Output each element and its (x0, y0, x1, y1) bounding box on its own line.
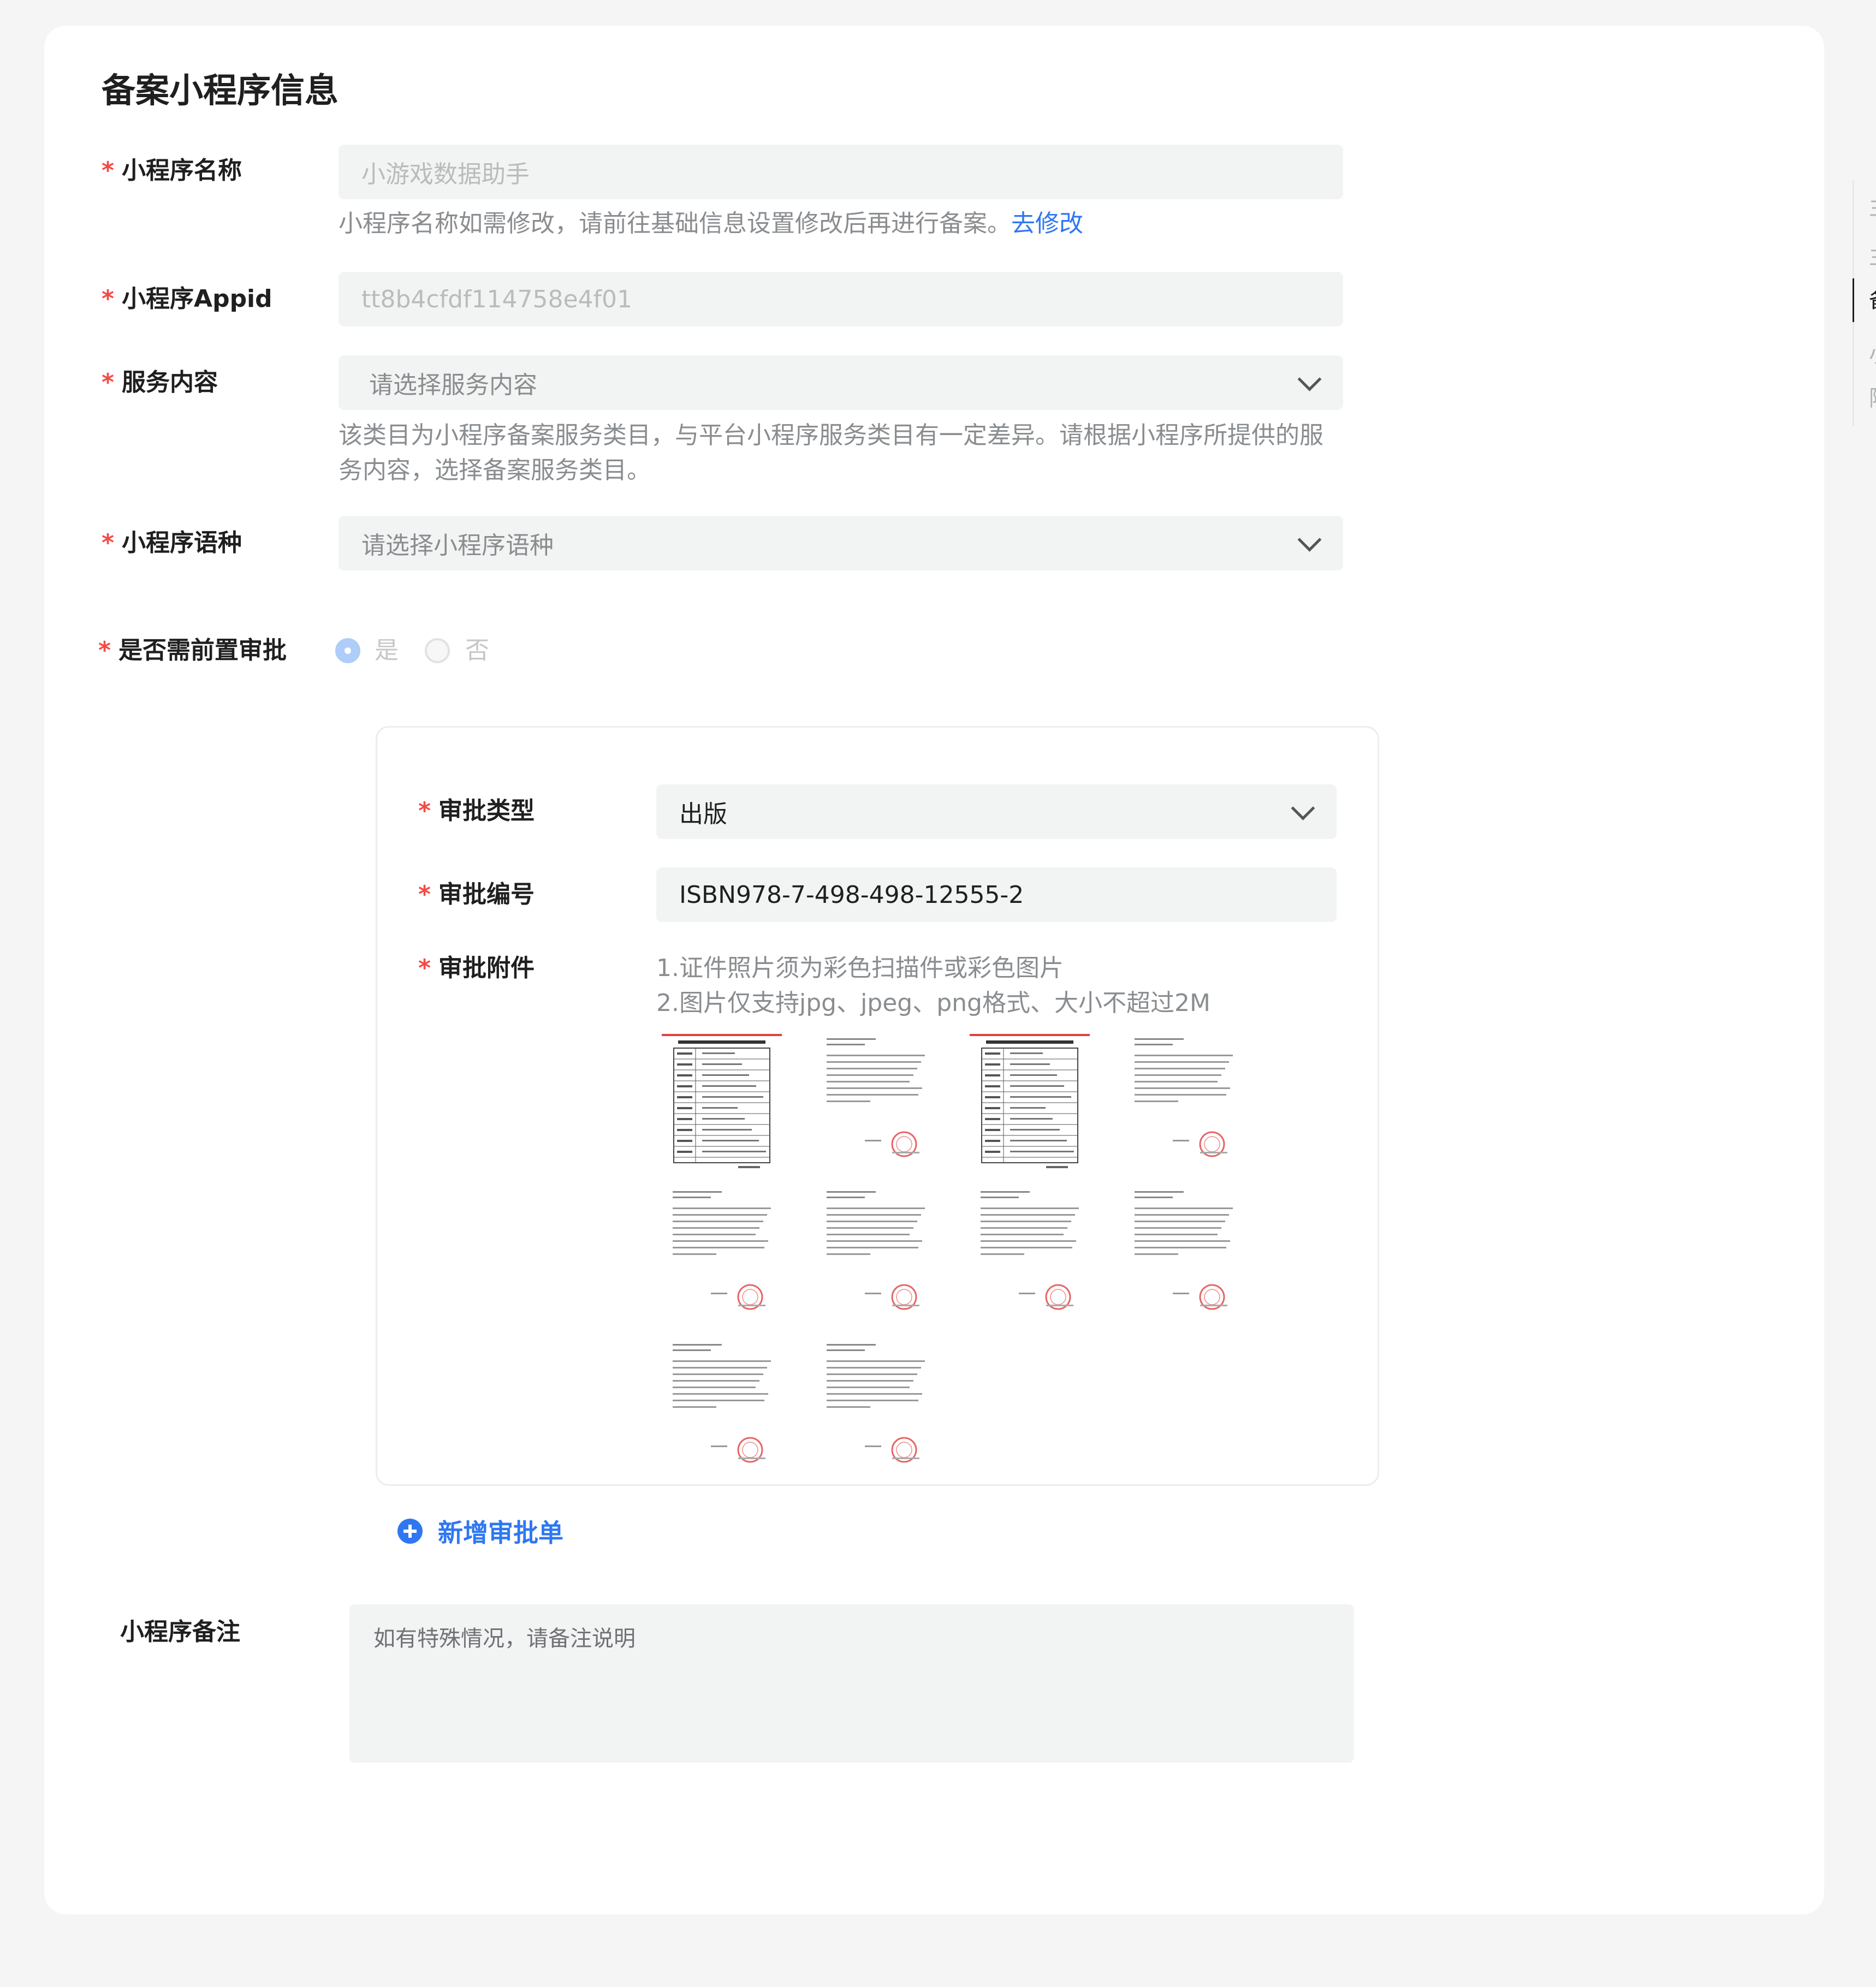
name-hint: 小程序名称如需修改，请前往基础信息设置修改后再进行备案。去修改 (339, 210, 1083, 237)
section-title: 备案小程序信息 (102, 70, 339, 110)
attachment-hint-1: 1.证件照片须为彩色扫描件或彩色图片 (656, 954, 1064, 982)
radio-no[interactable] (425, 638, 450, 663)
attachment-thumbnail-letter[interactable] (964, 1186, 1095, 1328)
attachment-thumbnail-letter[interactable] (810, 1186, 941, 1328)
edit-name-link[interactable]: 去修改 (1011, 210, 1083, 237)
plus-circle-icon (397, 1519, 423, 1544)
attachment-hint-2: 2.图片仅支持jpg、jpeg、png格式、大小不超过2M (656, 989, 1210, 1017)
pre-approval-label: * 是否需前置审批 (98, 636, 287, 664)
service-hint-line2: 务内容，选择备案服务类目。 (339, 456, 651, 484)
name-label: * 小程序名称 (102, 157, 242, 185)
remark-label: 小程序备注 (120, 1618, 240, 1646)
radio-yes[interactable] (335, 638, 360, 663)
appid-input: tt8b4cfdf114758e4f01 (339, 272, 1343, 326)
service-label: * 服务内容 (102, 368, 218, 396)
radio-yes-label: 是 (375, 636, 399, 664)
mini-program-name-input: 小游戏数据助手 (339, 145, 1343, 199)
radio-no-label: 否 (465, 636, 489, 664)
language-label: * 小程序语种 (102, 529, 242, 557)
chevron-down-icon (1297, 367, 1322, 391)
anchor-nav: 主 主 备 小 附 (1853, 180, 1876, 426)
chevron-down-icon (1291, 796, 1315, 820)
approval-type-label: * 审批类型 (418, 797, 535, 825)
attachment-thumbnail-form[interactable] (964, 1033, 1095, 1175)
language-select[interactable]: 请选择小程序语种 (339, 516, 1343, 570)
attachment-thumbnail-letter[interactable] (810, 1033, 941, 1175)
attachment-thumbnail-letter[interactable] (810, 1338, 941, 1480)
attachment-thumbnail-letter[interactable] (656, 1338, 787, 1480)
service-hint-line1: 该类目为小程序备案服务类目，与平台小程序服务类目有一定差异。请根据小程序所提供的… (339, 421, 1323, 449)
anchor-item-active[interactable]: 备 (1869, 284, 1876, 317)
anchor-item[interactable]: 小 (1869, 338, 1876, 371)
approval-attachment-label: * 审批附件 (418, 954, 535, 982)
add-approval-button[interactable]: 新增审批单 (397, 1513, 563, 1549)
attachment-thumbnail-form[interactable] (656, 1033, 787, 1175)
anchor-active-indicator (1853, 278, 1854, 322)
anchor-item[interactable]: 主 (1869, 240, 1876, 273)
anchor-item[interactable]: 附 (1869, 382, 1876, 415)
chevron-down-icon (1297, 527, 1322, 552)
remark-textarea[interactable]: 如有特殊情况，请备注说明 (349, 1604, 1354, 1763)
required-mark: * (102, 157, 115, 185)
attachment-thumbnail-letter[interactable] (1118, 1186, 1249, 1328)
attachment-thumbnail-letter[interactable] (656, 1186, 787, 1328)
attachment-thumbnail-letter[interactable] (1118, 1033, 1249, 1175)
appid-label: * 小程序Appid (102, 285, 272, 313)
approval-number-label: * 审批编号 (418, 881, 535, 908)
anchor-item[interactable]: 主 (1869, 191, 1876, 224)
approval-number-input[interactable]: ISBN978-7-498-498-12555-2 (656, 867, 1337, 922)
approval-type-select[interactable]: 出版 (656, 784, 1337, 839)
service-select[interactable]: 请选择服务内容 (339, 355, 1343, 410)
